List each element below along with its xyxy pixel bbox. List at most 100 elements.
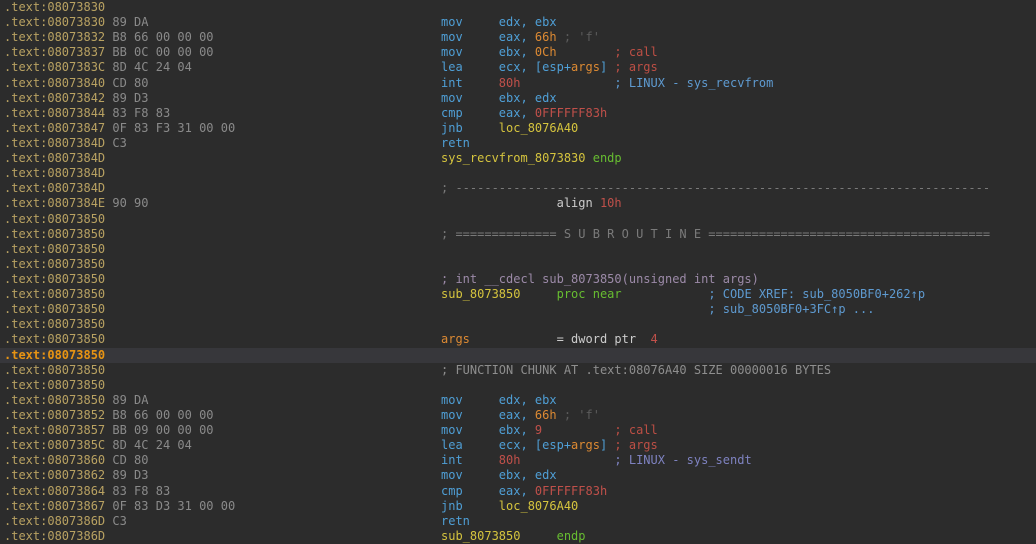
disasm-line[interactable]: .text:0807384Dsys_recvfrom_8073830 endp <box>0 151 1036 166</box>
disasm-line[interactable]: .text:0807384D C3retn <box>0 136 1036 151</box>
disasm-line[interactable]: .text:08073867 0F 83 D3 31 00 00jnb loc_… <box>0 499 1036 514</box>
disasm-line[interactable]: .text:08073847 0F 83 F3 31 00 00jnb loc_… <box>0 121 1036 136</box>
address-token: .text:08073850 <box>4 287 105 301</box>
address-token: .text:0807384D <box>4 166 105 180</box>
disasm-line[interactable]: .text:08073832 B8 66 00 00 00mov eax, 66… <box>0 30 1036 45</box>
bytes-token: BB 0C 00 00 00 <box>105 45 213 59</box>
disasm-code: ; --------------------------------------… <box>441 181 990 196</box>
disasm-code: mov ebx, 9 ; call <box>441 423 658 438</box>
disasm-line[interactable]: .text:08073857 BB 09 00 00 00 mov ebx, 9 … <box>0 423 1036 438</box>
bytes-token: 0F 83 F3 31 00 00 <box>105 121 235 135</box>
disasm-code: jnb loc_8076A40 <box>441 121 578 136</box>
disasm-line[interactable]: .text:08073850; int __cdecl sub_8073850(… <box>0 272 1036 287</box>
disasm-line[interactable]: .text:08073850 <box>0 317 1036 332</box>
disasm-line[interactable]: .text:08073850 ; sub_8050BF0+3FC↑p ... <box>0 302 1036 317</box>
disasm-line[interactable]: .text:08073850args = dword ptr 4 <box>0 332 1036 347</box>
disasm-line[interactable]: .text:08073850 89 DAmov edx, ebx <box>0 393 1036 408</box>
disasm-code: retn <box>441 136 470 151</box>
name-label[interactable]: loc_8076A40 <box>499 121 578 135</box>
bytes-token: CD 80 <box>105 453 148 467</box>
disasm-code: jnb loc_8076A40 <box>441 499 578 514</box>
name-label[interactable]: sys_recvfrom_8073830 <box>441 151 586 165</box>
spacer <box>441 302 708 316</box>
disasm-line[interactable]: .text:08073850 <box>0 378 1036 393</box>
instruction-text: int <box>441 76 499 90</box>
disasm-line[interactable]: .text:08073850 <box>0 257 1036 272</box>
disasm-line[interactable]: .text:08073844 83 F8 83cmp eax, 0FFFFFF8… <box>0 106 1036 121</box>
spacer <box>520 76 614 90</box>
disasm-code: ; sub_8050BF0+3FC↑p ... <box>441 302 874 317</box>
auto-comment: ; LINUX - sys_recvfrom <box>614 76 773 90</box>
disasm-line[interactable]: .text:08073860 CD 80int 80h ; LINUX - sy… <box>0 453 1036 468</box>
disasm-code: cmp eax, 0FFFFFF83h <box>441 106 607 121</box>
disasm-line[interactable]: .text:0807385C 8D 4C 24 04lea ecx, [esp+… <box>0 438 1036 453</box>
disasm-line[interactable]: .text:08073830 89 DA mov edx, ebx <box>0 15 1036 30</box>
disasm-line[interactable]: .text:08073840 CD 80int 80h ; LINUX - sy… <box>0 76 1036 91</box>
bytes-token: 83 F8 83 <box>105 484 170 498</box>
instruction-text: int <box>441 453 499 467</box>
disasm-line[interactable]: .text:08073837 BB 0C 00 00 00mov ebx, 0C… <box>0 45 1036 60</box>
comment-text: ; args <box>607 60 658 74</box>
disasm-line[interactable]: .text:0807384E 90 90 align 10h <box>0 196 1036 211</box>
address-token: .text:08073850 <box>4 363 105 377</box>
keyword-text: endp <box>586 151 622 165</box>
address-token: .text:08073857 <box>4 423 105 437</box>
address-token: .text:08073842 <box>4 91 105 105</box>
disasm-line[interactable]: .text:08073842 89 D3mov ebx, edx <box>0 91 1036 106</box>
disasm-line[interactable]: .text:08073850sub_8073850 proc near ; CO… <box>0 287 1036 302</box>
directive-text: align <box>557 196 600 210</box>
disasm-line[interactable]: .text:0807384D <box>0 166 1036 181</box>
spacer <box>520 529 556 543</box>
separator-comment: ; ============== S U B R O U T I N E ===… <box>441 227 990 241</box>
bytes-token: BB 09 00 00 00 <box>105 423 213 437</box>
bytes-token: 8D 4C 24 04 <box>105 60 192 74</box>
instruction-text: lea ecx, [esp+ <box>441 60 571 74</box>
disasm-line[interactable]: .text:08073830 <box>0 0 1036 15</box>
name-label[interactable]: sub_8073850 <box>441 287 520 301</box>
instruction-text: mov eax, <box>441 30 535 44</box>
operand-immediate: 66h <box>535 408 557 422</box>
auto-comment: ; CODE XREF: sub_8050BF0+262↑p <box>708 287 925 301</box>
address-token: .text:0807384E <box>4 196 105 210</box>
name-label[interactable]: sub_8073850 <box>441 529 520 543</box>
address-token: .text:08073850 <box>4 257 105 271</box>
disasm-line[interactable]: .text:08073850 <box>0 212 1036 227</box>
address-token: .text:08073852 <box>4 408 105 422</box>
bytes-token: 89 DA <box>105 15 148 29</box>
disasm-line[interactable]: .text:08073850 <box>0 242 1036 257</box>
disasm-code: cmp eax, 0FFFFFF83h <box>441 484 607 499</box>
instruction-text: retn <box>441 136 470 150</box>
instruction-text: cmp eax, <box>441 106 535 120</box>
instruction-text: mov edx, ebx <box>441 15 557 29</box>
bytes-token: 89 D3 <box>105 91 148 105</box>
comment-text: ; call <box>614 423 657 437</box>
disasm-code: int 80h ; LINUX - sys_sendt <box>441 453 752 468</box>
keyword-text: endp <box>557 529 586 543</box>
address-token: .text:08073850 <box>4 302 105 316</box>
disasm-code: mov eax, 66h ; 'f' <box>441 408 600 423</box>
spacer <box>520 287 556 301</box>
disasm-code: mov eax, 66h ; 'f' <box>441 30 600 45</box>
disasm-line[interactable]: .text:08073852 B8 66 00 00 00mov eax, 66… <box>0 408 1036 423</box>
name-label[interactable]: loc_8076A40 <box>499 499 578 513</box>
disasm-line[interactable]: .text:08073850 <box>0 348 1036 363</box>
disasm-line[interactable]: .text:08073850; FUNCTION CHUNK AT .text:… <box>0 363 1036 378</box>
disasm-line[interactable]: .text:0807386D C3retn <box>0 514 1036 529</box>
bytes-token: C3 <box>105 136 127 150</box>
disasm-code: mov ebx, edx <box>441 468 557 483</box>
instruction-text: jnb <box>441 499 499 513</box>
disasm-line[interactable]: .text:08073864 83 F8 83cmp eax, 0FFFFFF8… <box>0 484 1036 499</box>
disasm-line[interactable]: .text:0807384D; ------------------------… <box>0 181 1036 196</box>
address-token: .text:08073850 <box>4 242 105 256</box>
address-token: .text:08073830 <box>4 15 105 29</box>
instruction-text: mov edx, ebx <box>441 393 557 407</box>
operand-number: 4 <box>651 332 658 346</box>
spacer <box>542 423 614 437</box>
disasm-line[interactable]: .text:0807383C 8D 4C 24 04lea ecx, [esp+… <box>0 60 1036 75</box>
instruction-text: mov ebx, <box>441 45 535 59</box>
disasm-line[interactable]: .text:0807386Dsub_8073850 endp <box>0 529 1036 544</box>
disasm-line[interactable]: .text:08073862 89 D3mov ebx, edx <box>0 468 1036 483</box>
disasm-line[interactable]: .text:08073850; ============== S U B R O… <box>0 227 1036 242</box>
address-token: .text:08073850 <box>4 393 105 407</box>
bytes-token: 83 F8 83 <box>105 106 170 120</box>
